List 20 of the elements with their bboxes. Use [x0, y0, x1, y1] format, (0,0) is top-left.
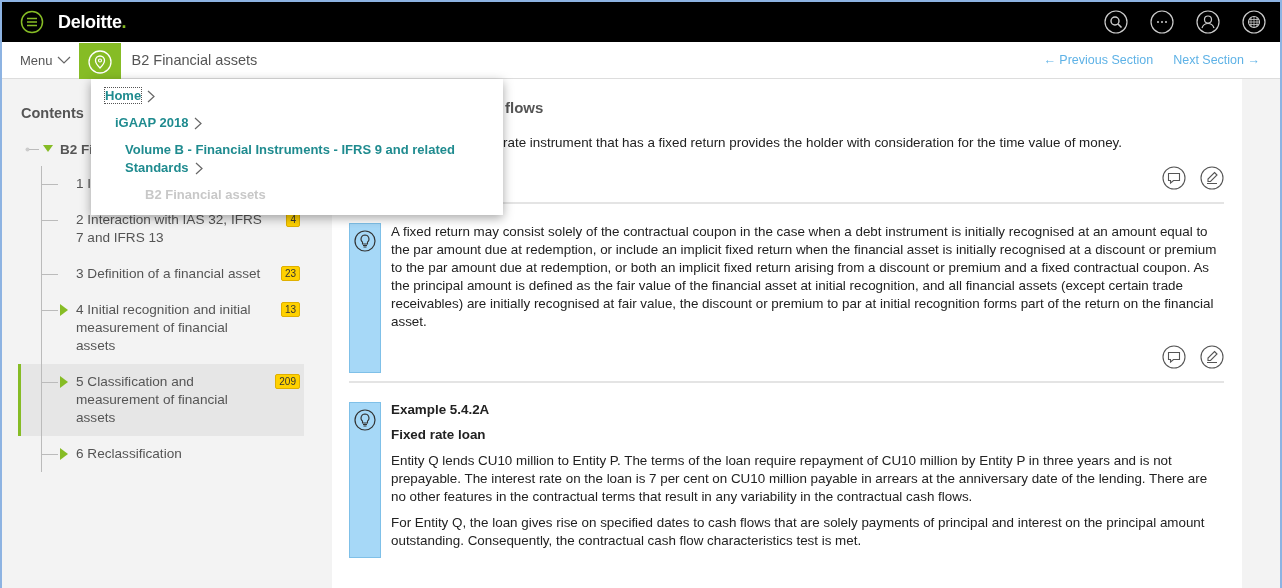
- count-badge: 209: [275, 374, 300, 389]
- paragraph: For Entity Q, the loan gives rise on specified dates to cash flows that are solely payments of principal and interest on the principal amount outstanding. Consequently, the contractual cash flow characteristics test is met.: [391, 514, 1206, 550]
- section-heading: flows: [505, 99, 545, 116]
- section-heading: Example 5.4.2A: [391, 402, 491, 417]
- paragraph: Entity Q lends CU10 million to Entity P. The terms of the loan require repayment of CU10 million by Entity P in three years and is not prepayable. The interest rate on the loan is 7 per cent on CU10 million payable in arrears at the anniversary date of the lending. There are no other features in the contractual terms that result in any variability in the contractual cash flows.: [391, 452, 1209, 506]
- logo-dot: .: [121, 11, 127, 33]
- contents-title: Contents: [21, 105, 85, 121]
- logo: Deloitte: [58, 11, 122, 33]
- tree-item-label: 6 Reclassification: [75, 445, 182, 463]
- tree-item-label: 4 Initial recognition and initial measurement of financial assets: [75, 301, 252, 355]
- section-subheading: Fixed rate loan: [391, 427, 487, 442]
- count-badge: 23: [280, 266, 300, 281]
- count-badge: 13: [280, 302, 300, 317]
- tree-item-label: 2 Interaction with IAS 32, IFRS 7 and IFRS 13: [75, 211, 263, 247]
- paragraph: A fixed return may consist solely of the contractual coupon in the case when a debt instrument is initially recognised at an amount equal to the par amount due at redemption, or include an implicit fixed return when the financial asset is initially recognised at a discount or premium to the par amount due at redemption, or both an implicit fixed return arising from a discount or premium and a fixed contractual coupon. As the principal amount is defined as the fair value of the financial asset at initial recognition, and all financial assets (except certain trade receivables) are initially recognised at fair value, the discount or premium to par at initial recognition forms part of the return on the financial asset.: [391, 223, 1218, 331]
- page-title: B2 Financial assets: [131, 52, 258, 68]
- tree-item-label: 5 Classification and measurement of financial assets: [75, 373, 229, 427]
- tree-item-label: 1 I: [75, 175, 92, 193]
- paragraph: rate instrument that has a fixed return provides the holder with consideration for the time value of money.: [503, 134, 1124, 152]
- tree-item-label: 3 Definition of a financial asset: [75, 265, 261, 283]
